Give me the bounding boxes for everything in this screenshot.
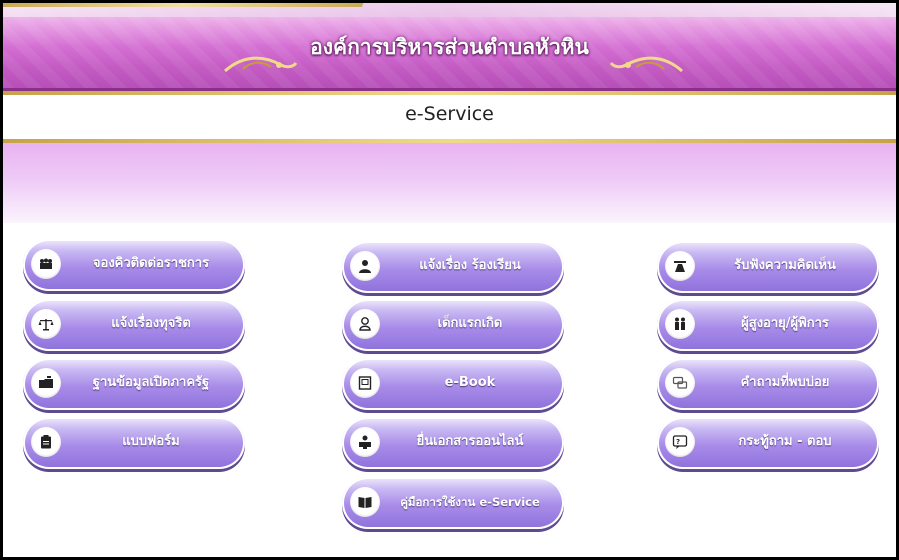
forms-label: แบบฟอร์ม <box>122 434 180 449</box>
opinion-label: รับฟังความคิดเห็น <box>734 258 836 273</box>
forum-icon: ? <box>665 427 695 457</box>
svg-text:?: ? <box>676 438 680 446</box>
manual-icon <box>350 487 380 517</box>
scale-icon <box>31 309 61 339</box>
org-title: องค์การบริหารส่วนตำบลหัวหิน <box>310 35 589 59</box>
qa-label: กระทู้ถาม - ตอบ <box>738 434 832 449</box>
desk-icon <box>350 427 380 457</box>
page-frame: องค์การบริหารส่วนตำบลหัวหิน e-Service จอ… <box>0 0 899 560</box>
elderly-label: ผู้สูงอายุ/ผู้พิการ <box>741 316 829 331</box>
book-icon <box>350 368 380 398</box>
faq-button[interactable]: คำถามที่พบบ่อย <box>657 358 879 410</box>
people-icon <box>31 249 61 279</box>
newborn-button[interactable]: เด็กแรกเกิด <box>342 299 564 351</box>
report-button[interactable]: แจ้งเรื่อง ร้องเรียน <box>342 241 564 293</box>
header-banner: องค์การบริหารส่วนตำบลหัวหิน <box>3 3 896 91</box>
queue-button[interactable]: จองคิวติดต่อราชการ <box>23 239 245 291</box>
opinion-button[interactable]: รับฟังความคิดเห็น <box>657 241 879 293</box>
queue-label: จองคิวติดต่อราชการ <box>92 256 210 271</box>
online-docs-label: ยื่นเอกสารออนไลน์ <box>416 434 524 449</box>
manual-label: คู่มือการใช้งาน e-Service <box>400 495 540 509</box>
newborn-label: เด็กแรกเกิด <box>437 316 503 331</box>
chat-icon <box>665 368 695 398</box>
ebook-label: e-Book <box>444 375 496 390</box>
baby-icon <box>350 309 380 339</box>
section-title: e-Service <box>405 103 494 125</box>
manual-button[interactable]: คู่มือการใช้งาน e-Service <box>342 477 564 529</box>
road-icon <box>665 251 695 281</box>
qa-button[interactable]: ? กระทู้ถาม - ตอบ <box>657 417 879 469</box>
elderly-button[interactable]: ผู้สูงอายุ/ผู้พิการ <box>657 299 879 351</box>
report-label: แจ้งเรื่อง ร้องเรียน <box>419 258 521 273</box>
folder-icon <box>31 368 61 398</box>
clipboard-icon <box>31 427 61 457</box>
couple-icon <box>665 309 695 339</box>
gold-accent-line <box>3 3 365 7</box>
open-data-label: ฐานข้อมูลเปิดภาครัฐ <box>92 375 210 390</box>
person-icon <box>350 251 380 281</box>
corruption-label: แจ้งเรื่องทุจริต <box>111 316 191 331</box>
ebook-button[interactable]: e-Book <box>342 358 564 410</box>
faq-label: คำถามที่พบบ่อย <box>740 375 830 390</box>
corruption-button[interactable]: แจ้งเรื่องทุจริต <box>23 299 245 351</box>
decorative-band <box>3 143 896 223</box>
forms-button[interactable]: แบบฟอร์ม <box>23 417 245 469</box>
open-data-button[interactable]: ฐานข้อมูลเปิดภาครัฐ <box>23 358 245 410</box>
online-docs-button[interactable]: ยื่นเอกสารออนไลน์ <box>342 417 564 469</box>
